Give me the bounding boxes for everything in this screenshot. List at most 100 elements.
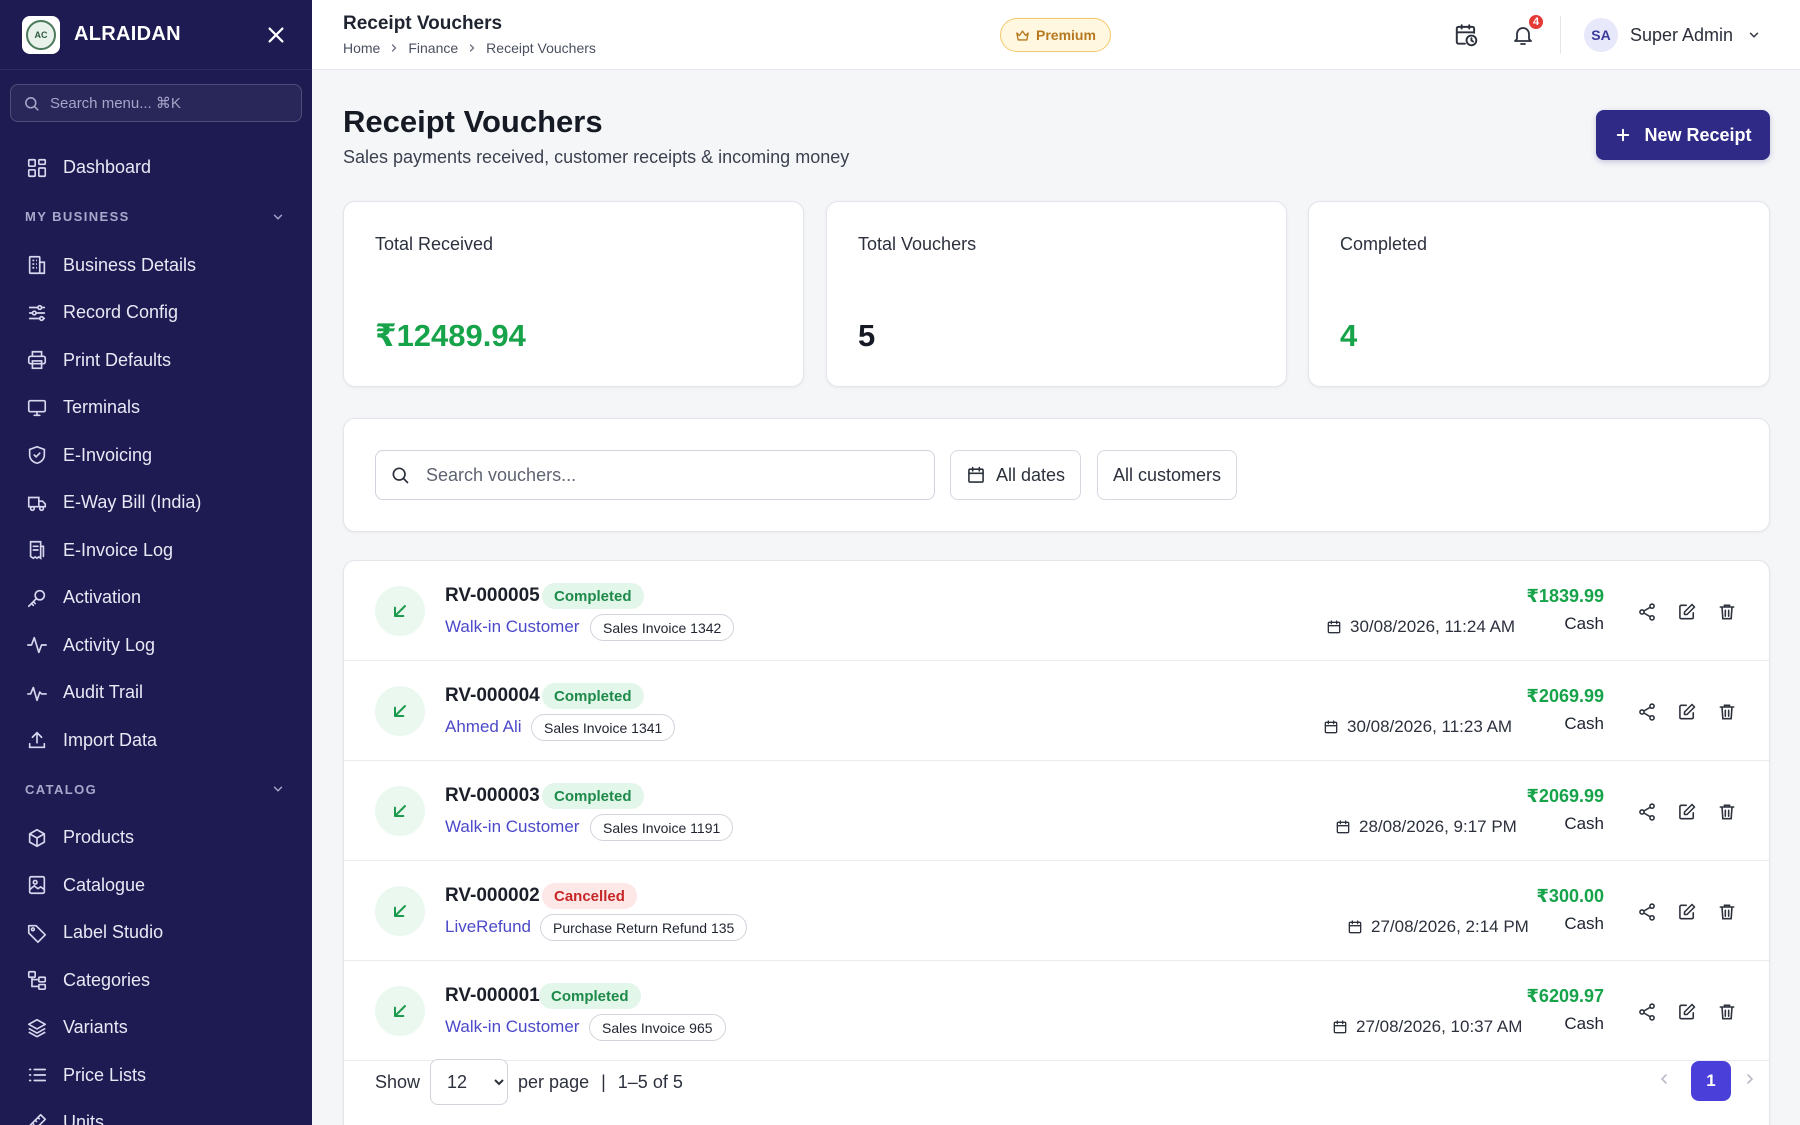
sidebar-item-label: E-Way Bill (India)	[63, 492, 202, 513]
premium-badge[interactable]: Premium	[1000, 18, 1111, 52]
delete-button[interactable]	[1714, 599, 1740, 625]
delete-button[interactable]	[1714, 799, 1740, 825]
breadcrumb: Home Finance Receipt Vouchers	[343, 40, 596, 56]
payment-mode: Cash	[1564, 814, 1604, 833]
voucher-search-input[interactable]	[426, 464, 906, 486]
sidebar-item-label: Business Details	[63, 254, 197, 275]
sidebar-item-products[interactable]: Products	[0, 814, 312, 862]
voucher-id[interactable]: RV-000002	[445, 885, 540, 907]
new-receipt-button[interactable]: New Receipt	[1596, 110, 1770, 160]
date-filter-button[interactable]: All dates	[950, 450, 1082, 500]
reference-tag: Sales Invoice 1191	[590, 814, 734, 841]
customer-link[interactable]: LiveRefund	[445, 917, 531, 937]
schedule-button[interactable]	[1450, 19, 1482, 51]
delete-button[interactable]	[1714, 999, 1740, 1025]
edit-button[interactable]	[1674, 899, 1700, 925]
sidebar-item-units[interactable]: Units	[0, 1099, 312, 1125]
box-icon	[26, 827, 48, 849]
sidebar-item-import-data[interactable]: Import Data	[0, 717, 312, 765]
sidebar-item-label: Categories	[63, 969, 151, 990]
share-button[interactable]	[1634, 699, 1660, 725]
sidebar-item-activation[interactable]: Activation	[0, 574, 312, 622]
sidebar-item-label: Catalogue	[63, 874, 146, 895]
per-page-label: per page	[518, 1071, 590, 1092]
incoming-arrow-icon	[375, 786, 425, 836]
table-row[interactable]: RV-000005 Completed Walk-in Customer Sal…	[344, 561, 1769, 661]
sidebar-item-print-defaults[interactable]: Print Defaults	[0, 337, 312, 385]
menu-search[interactable]	[10, 84, 302, 122]
section-catalog[interactable]: CATALOG	[0, 764, 312, 814]
sidebar-item-business-details[interactable]: Business Details	[0, 242, 312, 290]
customer-filter-label: All customers	[1113, 464, 1222, 485]
payment-mode: Cash	[1564, 1014, 1604, 1033]
sidebar-item-categories[interactable]: Categories	[0, 957, 312, 1005]
delete-button[interactable]	[1714, 699, 1740, 725]
voucher-id[interactable]: RV-000005	[445, 585, 540, 607]
edit-button[interactable]	[1674, 699, 1700, 725]
calendar-icon	[1336, 820, 1350, 834]
sidebar-item-audit-trail[interactable]: Audit Trail	[0, 669, 312, 717]
sidebar-item-price-lists[interactable]: Price Lists	[0, 1052, 312, 1100]
voucher-date: 27/08/2026, 10:37 AM	[1332, 1017, 1522, 1037]
user-menu[interactable]: SA Super Admin	[1584, 17, 1761, 53]
customer-filter-button[interactable]: All customers	[1097, 450, 1238, 500]
edit-icon	[1679, 903, 1696, 920]
sidebar-item-dashboard[interactable]: Dashboard	[0, 144, 312, 192]
page-1-button[interactable]: 1	[1691, 1061, 1731, 1101]
sidebar-item-e-invoicing[interactable]: E-Invoicing	[0, 432, 312, 480]
brand-logo[interactable]: AC	[22, 15, 60, 54]
table-row[interactable]: RV-000003 Completed Walk-in Customer Sal…	[344, 761, 1769, 861]
brand-logo-mark: AC	[26, 19, 56, 50]
sidebar-item-label-studio[interactable]: Label Studio	[0, 909, 312, 957]
table-row[interactable]: RV-000002 Cancelled LiveRefund Purchase …	[344, 861, 1769, 961]
dashboard-icon	[26, 157, 48, 179]
table-row[interactable]: RV-000004 Completed Ahmed Ali Sales Invo…	[344, 661, 1769, 761]
prev-page-button[interactable]	[1650, 1059, 1678, 1099]
voucher-amount: ₹300.00	[1536, 886, 1604, 906]
notifications-button[interactable]: 4	[1507, 13, 1545, 51]
share-button[interactable]	[1634, 599, 1660, 625]
voucher-search[interactable]	[375, 450, 935, 500]
incoming-arrow-icon	[375, 986, 425, 1036]
edit-button[interactable]	[1674, 999, 1700, 1025]
header-divider	[1560, 16, 1561, 54]
menu-search-input[interactable]	[50, 94, 270, 112]
chevron-left-icon	[1660, 1074, 1667, 1084]
sidebar-item-activity-log[interactable]: Activity Log	[0, 622, 312, 670]
customer-link[interactable]: Walk-in Customer	[445, 617, 579, 637]
customer-link[interactable]: Ahmed Ali	[445, 717, 522, 737]
voucher-id[interactable]: RV-000003	[445, 785, 540, 807]
edit-button[interactable]	[1674, 799, 1700, 825]
share-button[interactable]	[1634, 799, 1660, 825]
close-sidebar-button[interactable]	[262, 21, 290, 49]
next-page-button[interactable]	[1736, 1059, 1764, 1099]
table-row[interactable]: RV-000001 Completed Walk-in Customer Sal…	[344, 961, 1769, 1061]
voucher-id[interactable]: RV-000001	[445, 985, 540, 1007]
share-button[interactable]	[1634, 899, 1660, 925]
sidebar-item-variants[interactable]: Variants	[0, 1004, 312, 1052]
new-receipt-label: New Receipt	[1644, 124, 1752, 145]
building-icon	[26, 254, 48, 276]
date-filter-label: All dates	[996, 464, 1066, 485]
premium-label: Premium	[1036, 27, 1096, 43]
status-badge: Completed	[539, 983, 641, 1009]
share-button[interactable]	[1634, 999, 1660, 1025]
sidebar-item-label: Price Lists	[63, 1064, 147, 1085]
activity-icon	[26, 634, 48, 656]
breadcrumb-finance[interactable]: Finance	[408, 40, 458, 56]
customer-link[interactable]: Walk-in Customer	[445, 817, 579, 837]
tag-icon	[26, 922, 48, 944]
sidebar-item-terminals[interactable]: Terminals	[0, 384, 312, 432]
sidebar-item-e-invoice-log[interactable]: E-Invoice Log	[0, 527, 312, 575]
edit-button[interactable]	[1674, 599, 1700, 625]
customer-link[interactable]: Walk-in Customer	[445, 1017, 579, 1037]
sidebar-item-record-config[interactable]: Record Config	[0, 289, 312, 337]
section-my-business[interactable]: MY BUSINESS	[0, 192, 312, 242]
voucher-id[interactable]: RV-000004	[445, 685, 540, 707]
sidebar-item-e-way-bill[interactable]: E-Way Bill (India)	[0, 479, 312, 527]
breadcrumb-home[interactable]: Home	[343, 40, 380, 56]
sidebar-item-catalogue[interactable]: Catalogue	[0, 862, 312, 910]
per-page-select[interactable]: 12	[430, 1059, 509, 1105]
delete-button[interactable]	[1714, 899, 1740, 925]
edit-icon	[1679, 603, 1696, 620]
